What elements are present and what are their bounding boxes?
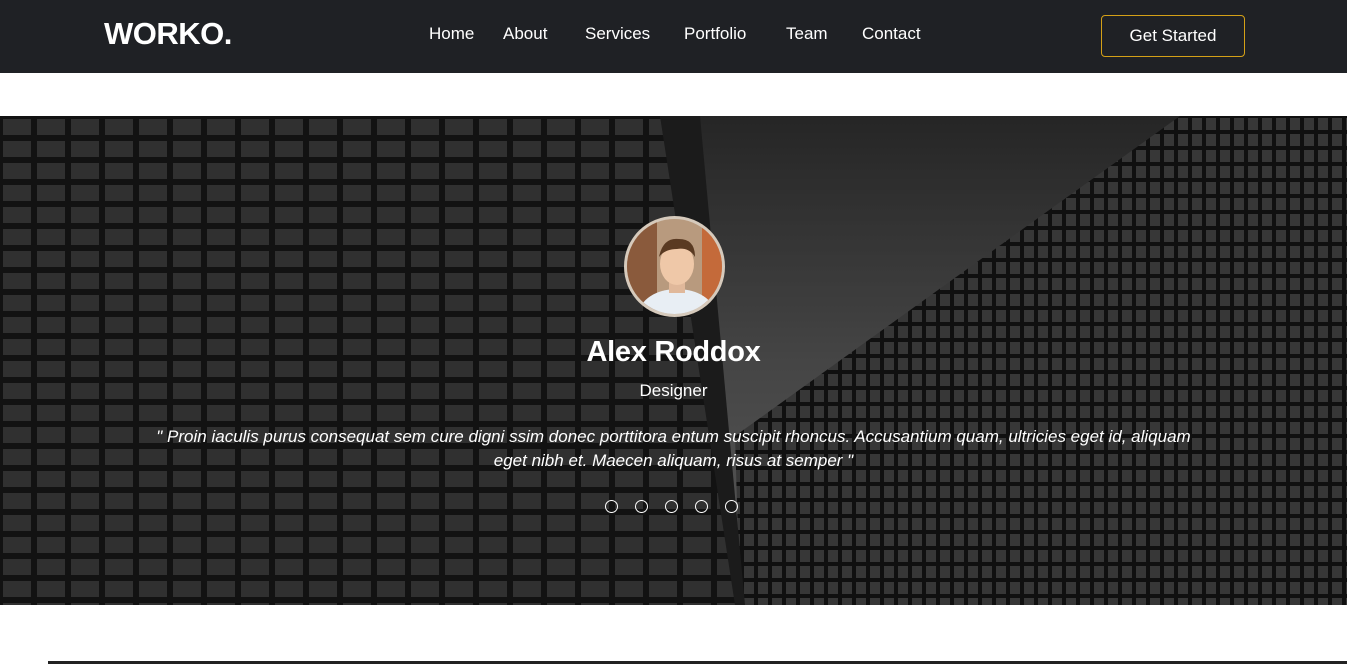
testimonial-quote: " Proin iaculis purus consequat sem cure…: [156, 427, 1191, 470]
testimonial-role: Designer: [639, 381, 708, 400]
slider-dot[interactable]: [725, 500, 738, 513]
nav-link-about[interactable]: About: [503, 24, 547, 44]
nav-link-services[interactable]: Services: [585, 24, 650, 44]
testimonial-name: Alex Roddox: [586, 336, 761, 368]
site-logo[interactable]: WORKO.: [104, 16, 232, 52]
nav-link-contact[interactable]: Contact: [862, 24, 921, 44]
slider-dot[interactable]: [605, 500, 618, 513]
testimonial-section: Alex Roddox Designer " Proin iaculis pur…: [0, 116, 1347, 605]
slider-dot[interactable]: [695, 500, 708, 513]
testimonial-avatar: [624, 216, 725, 317]
site-header: WORKO. Home About Services Portfolio Tea…: [0, 0, 1347, 73]
slider-pagination: [0, 500, 1347, 514]
nav-link-home[interactable]: Home: [429, 24, 474, 44]
nav-link-portfolio[interactable]: Portfolio: [684, 24, 746, 44]
slider-dot[interactable]: [635, 500, 648, 513]
slider-dot[interactable]: [665, 500, 678, 513]
get-started-button[interactable]: Get Started: [1101, 15, 1245, 57]
nav-link-team[interactable]: Team: [786, 24, 828, 44]
